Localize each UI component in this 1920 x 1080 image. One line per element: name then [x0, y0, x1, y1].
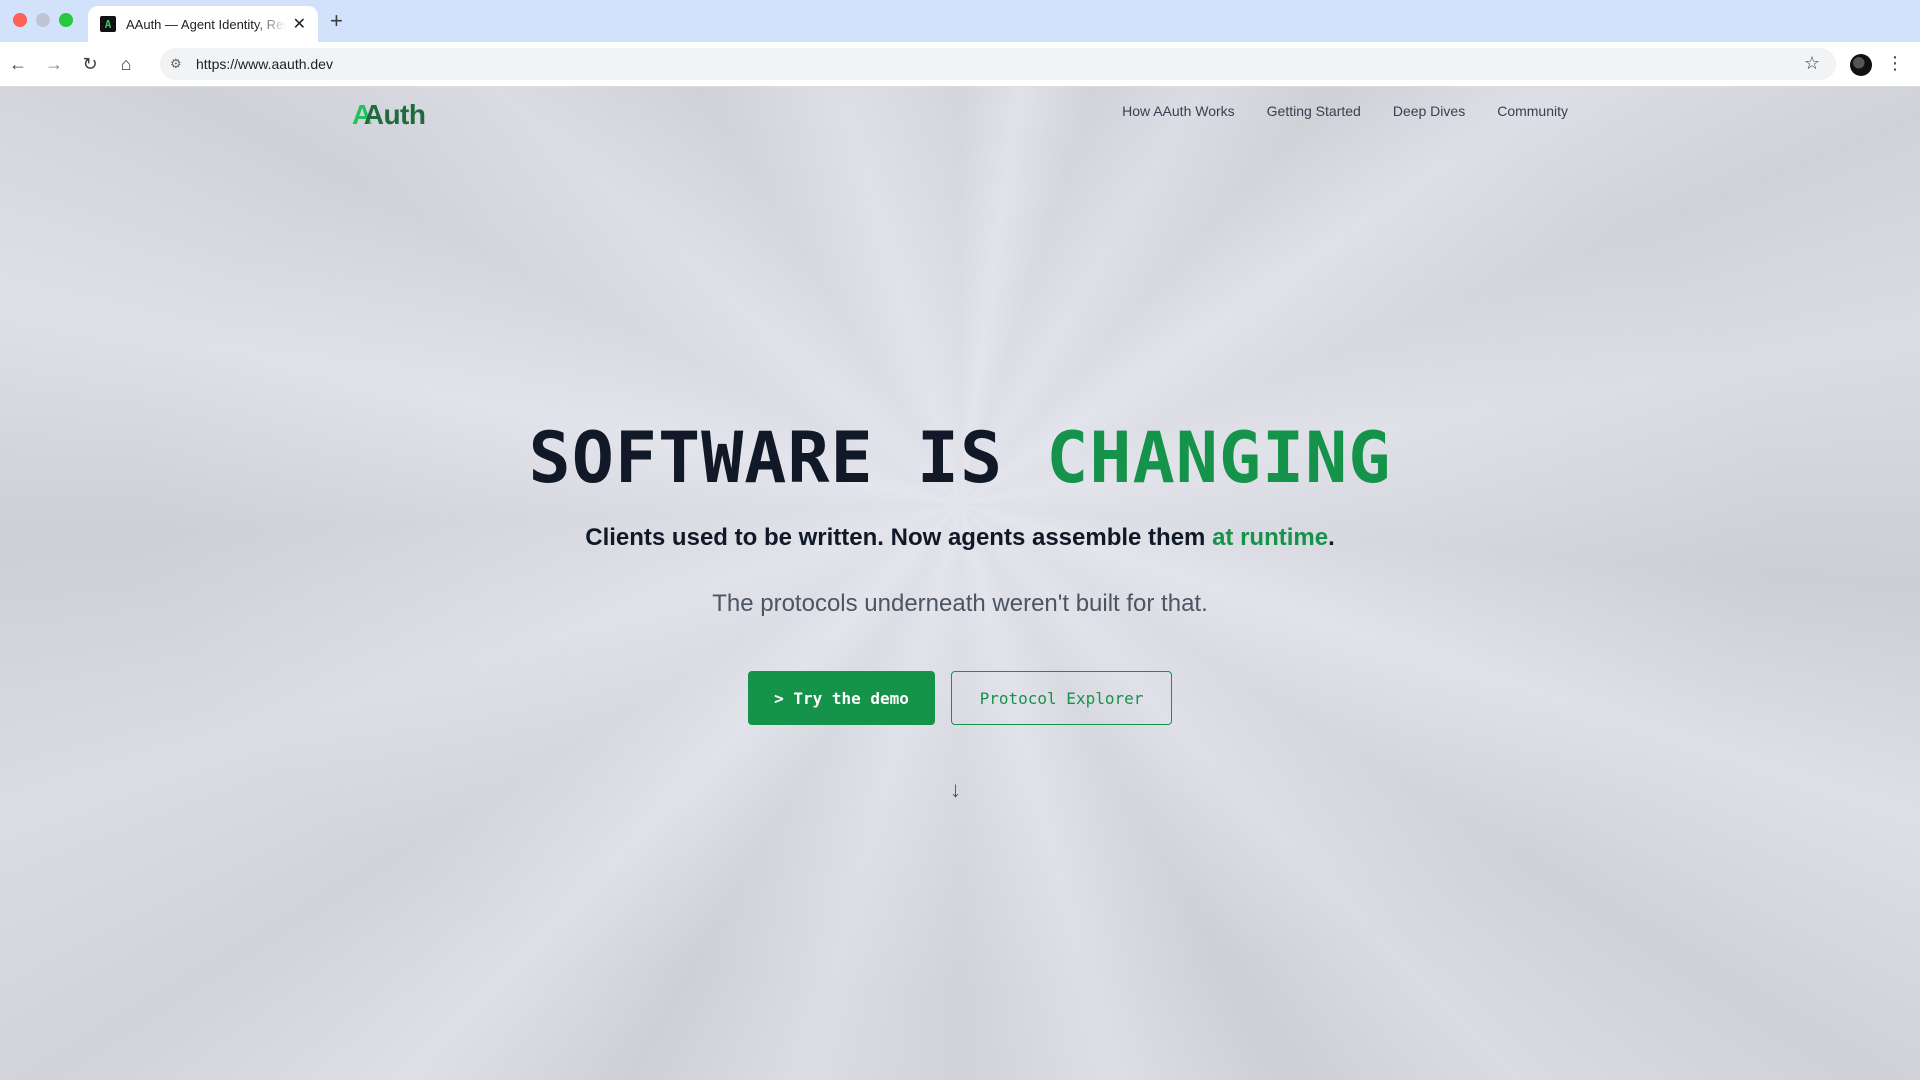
site-info-icon[interactable]: ⚙ [170, 56, 190, 72]
home-icon[interactable]: ⌂ [108, 54, 144, 75]
try-demo-button[interactable]: > Try the demo [748, 671, 935, 725]
url-text[interactable]: https://www.aauth.dev [196, 56, 333, 72]
browser-tab-bar: A AAuth — Agent Identity, Resource Acces… [0, 0, 1920, 42]
kebab-menu-icon[interactable]: ⋮ [1886, 53, 1904, 74]
window-controls [13, 13, 73, 27]
logo-text: Auth [363, 99, 426, 130]
reload-icon[interactable]: ↻ [72, 54, 108, 75]
nav-community[interactable]: Community [1497, 103, 1568, 119]
hero-actions: > Try the demo Protocol Explorer [0, 671, 1920, 725]
close-window-button[interactable] [13, 13, 27, 27]
back-arrow-icon[interactable]: ← [0, 54, 36, 75]
headline-text: SOFTWARE IS [528, 417, 1047, 499]
site-logo[interactable]: AAuth [352, 99, 426, 131]
browser-toolbar: ← → ↻ ⌂ ⚙ https://www.aauth.dev ☆ ⋮ [0, 42, 1920, 87]
tab-favicon-icon: A [100, 16, 116, 32]
minimize-window-button[interactable] [36, 13, 50, 27]
scroll-down-icon[interactable]: ↓ [950, 777, 961, 803]
nav-getting-started[interactable]: Getting Started [1267, 103, 1361, 119]
hero-subheadline: Clients used to be written. Now agents a… [0, 524, 1920, 552]
address-bar[interactable]: ⚙ https://www.aauth.dev ☆ [160, 48, 1836, 80]
hero-tagline: The protocols underneath weren't built f… [712, 590, 1208, 617]
nav-how-aauth-works[interactable]: How AAuth Works [1122, 103, 1235, 119]
nav-deep-dives[interactable]: Deep Dives [1393, 103, 1465, 119]
subheadline-text: Clients used to be written. Now agents a… [585, 524, 1213, 551]
subheadline-end: . [1328, 524, 1335, 551]
new-tab-button[interactable]: + [330, 8, 343, 34]
tab-close-icon[interactable]: ✕ [293, 14, 306, 34]
hero-headline: SOFTWARE IS CHANGING [0, 417, 1920, 499]
forward-arrow-icon[interactable]: → [36, 54, 72, 75]
profile-avatar[interactable] [1850, 54, 1872, 76]
headline-accent: CHANGING [1046, 417, 1392, 499]
bookmark-star-icon[interactable]: ☆ [1804, 53, 1820, 74]
subheadline-accent: at runtime [1212, 524, 1329, 551]
tab-title: AAuth — Agent Identity, Resource Access [126, 16, 287, 32]
main-nav: How AAuth Works Getting Started Deep Div… [1122, 103, 1568, 119]
page-content: AAuth How AAuth Works Getting Started De… [0, 87, 1920, 1080]
browser-tab[interactable]: A AAuth — Agent Identity, Resource Acces… [88, 6, 318, 42]
protocol-explorer-button[interactable]: Protocol Explorer [951, 671, 1172, 725]
maximize-window-button[interactable] [59, 13, 73, 27]
